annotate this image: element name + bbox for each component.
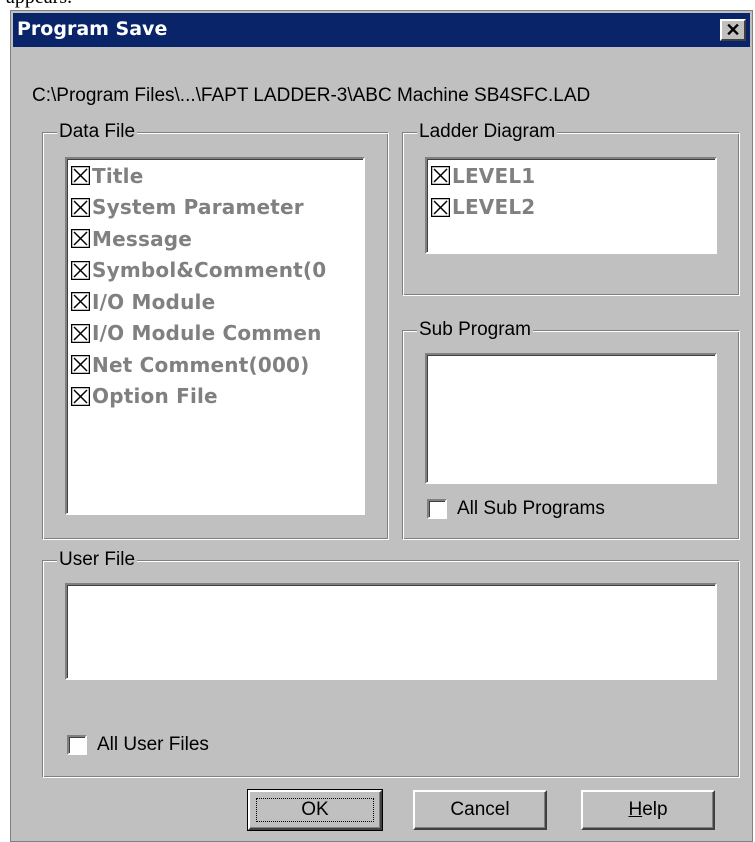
data-file-list[interactable]: Title System Parameter Message Symbol&Comme… xyxy=(65,157,365,515)
list-item[interactable]: System Parameter xyxy=(71,192,363,224)
all-user-files-label: All User Files xyxy=(97,734,209,755)
help-button[interactable]: Help xyxy=(581,790,715,830)
focus-rectangle xyxy=(256,798,374,822)
list-item-label: LEVEL1 xyxy=(452,163,536,188)
checked-box-icon[interactable] xyxy=(431,166,450,186)
list-item-label: Net Comment(000) xyxy=(92,352,310,377)
checked-box-icon[interactable] xyxy=(71,166,90,186)
program-save-dialog: Program Save ✕ C:\Program Files\...\FAPT… xyxy=(10,10,753,842)
list-item[interactable]: I/O Module xyxy=(71,286,363,318)
help-label-rest: elp xyxy=(642,799,668,820)
user-file-group-label: User File xyxy=(57,549,138,571)
list-item-label: Option File xyxy=(92,384,218,409)
background-text-fragment: appears. xyxy=(6,0,72,9)
help-button-label: Help xyxy=(628,799,667,821)
sub-program-list[interactable] xyxy=(425,353,717,484)
cancel-button[interactable]: Cancel xyxy=(413,790,547,830)
ladder-diagram-list[interactable]: LEVEL1 LEVEL2 xyxy=(425,157,717,254)
list-item-label: LEVEL2 xyxy=(452,195,536,220)
list-item[interactable]: Message xyxy=(71,223,363,255)
checked-box-icon[interactable] xyxy=(71,386,90,406)
list-item[interactable]: Option File xyxy=(71,381,363,413)
list-item[interactable]: Symbol&Comment(0 xyxy=(71,255,363,287)
all-sub-programs-box[interactable] xyxy=(427,499,447,519)
all-user-files-checkbox[interactable]: All User Files xyxy=(67,734,209,756)
list-item-label: Title xyxy=(92,163,144,188)
ladder-diagram-group: Ladder Diagram LEVEL1 LEVEL2 xyxy=(402,121,740,296)
list-item[interactable]: LEVEL1 xyxy=(431,160,715,192)
list-item[interactable]: LEVEL2 xyxy=(431,192,715,224)
list-item-label: I/O Module xyxy=(92,289,216,314)
list-item[interactable]: Net Comment(000) xyxy=(71,349,363,381)
data-file-group: Data File Title System Parameter Message Sy… xyxy=(42,121,389,540)
window-title: Program Save xyxy=(17,18,168,40)
list-item-label: I/O Module Commen xyxy=(92,321,322,346)
sub-program-group-label: Sub Program xyxy=(417,319,533,341)
checked-box-icon[interactable] xyxy=(71,292,90,312)
ok-button[interactable]: OK xyxy=(247,789,383,831)
checked-box-icon[interactable] xyxy=(71,355,90,375)
ladder-diagram-group-label: Ladder Diagram xyxy=(417,121,558,143)
data-file-group-label: Data File xyxy=(57,121,138,143)
sub-program-group: Sub Program All Sub Programs xyxy=(402,319,740,540)
checked-box-icon[interactable] xyxy=(71,260,90,280)
checked-box-icon[interactable] xyxy=(71,229,90,249)
file-path-label: C:\Program Files\...\FAPT LADDER-3\ABC M… xyxy=(32,85,591,106)
list-item[interactable]: Title xyxy=(71,160,363,192)
list-item[interactable]: I/O Module Commen xyxy=(71,318,363,350)
title-bar[interactable]: Program Save ✕ xyxy=(13,13,750,47)
list-item-label: System Parameter xyxy=(92,195,304,220)
cancel-button-label: Cancel xyxy=(450,799,510,820)
help-mnemonic: H xyxy=(628,799,643,820)
list-item-label: Symbol&Comment(0 xyxy=(92,258,327,283)
list-item-label: Message xyxy=(92,226,193,251)
all-sub-programs-checkbox[interactable]: All Sub Programs xyxy=(427,498,605,520)
checked-box-icon[interactable] xyxy=(71,197,90,217)
checked-box-icon[interactable] xyxy=(71,323,90,343)
all-user-files-box[interactable] xyxy=(67,735,87,755)
all-sub-programs-label: All Sub Programs xyxy=(457,498,605,519)
user-file-list[interactable] xyxy=(65,583,717,680)
close-button[interactable]: ✕ xyxy=(720,19,746,41)
user-file-group: User File All User Files xyxy=(42,549,740,778)
close-icon: ✕ xyxy=(725,20,741,40)
checked-box-icon[interactable] xyxy=(431,197,450,217)
